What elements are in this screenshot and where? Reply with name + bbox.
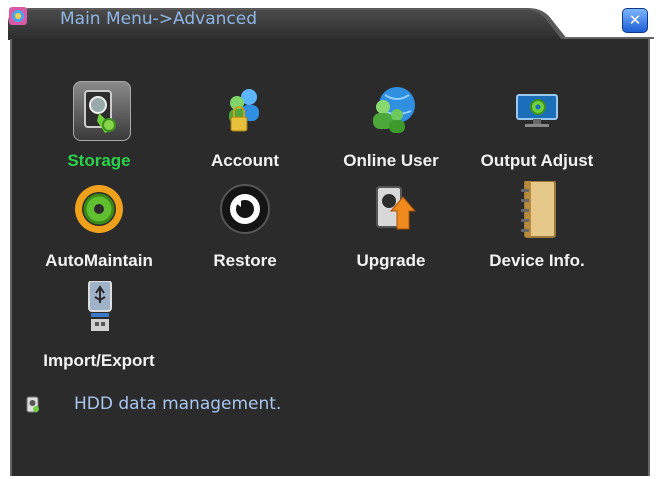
menu-item-storage[interactable]: Storage <box>26 79 172 175</box>
menu-item-import-export[interactable]: Import/Export <box>26 279 172 375</box>
menu-item-device-info[interactable]: Device Info. <box>464 179 610 275</box>
users-lock-icon <box>229 89 259 132</box>
menu-grid: Storage Account Online User Output Adjus… <box>12 39 652 379</box>
advanced-menu-window: Main Menu->Advanced ✕ Storage Account On… <box>8 6 654 476</box>
menu-item-label: Account <box>211 151 279 170</box>
app-logo-icon <box>9 7 27 25</box>
menu-item-label: Output Adjust <box>480 151 594 170</box>
menu-item-label: Import/Export <box>43 351 155 370</box>
menu-item-label: Online User <box>343 151 439 170</box>
hdd-status-icon <box>26 396 39 413</box>
menu-item-account[interactable]: Account <box>172 79 318 175</box>
menu-item-output-adjust[interactable]: Output Adjust <box>464 79 610 175</box>
menu-item-upgrade[interactable]: Upgrade <box>318 179 464 275</box>
menu-item-label: AutoMaintain <box>45 251 153 270</box>
upgrade-icon <box>376 186 417 230</box>
menu-item-label: Restore <box>213 251 277 270</box>
window-title: Main Menu->Advanced <box>60 9 258 29</box>
title-bar: Main Menu->Advanced ✕ <box>8 6 654 40</box>
menu-item-automaintain[interactable]: AutoMaintain <box>26 179 172 275</box>
usb-drive-icon <box>88 281 112 331</box>
menu-item-restore[interactable]: Restore <box>172 179 318 275</box>
hdd-storage-icon <box>84 90 116 133</box>
menu-item-label: Upgrade <box>356 251 426 270</box>
menu-item-label: Storage <box>67 151 131 170</box>
users-globe-icon <box>373 87 415 133</box>
status-text: HDD data management. <box>74 394 282 414</box>
menu-item-label: Device Info. <box>489 251 585 270</box>
notebook-icon <box>521 181 556 238</box>
restore-icon <box>220 184 270 234</box>
close-icon: ✕ <box>628 11 642 29</box>
monitor-gear-icon <box>516 94 558 127</box>
menu-item-online-user[interactable]: Online User <box>318 79 464 175</box>
close-button[interactable]: ✕ <box>622 8 648 33</box>
menu-panel: Storage Account Online User Output Adjus… <box>10 39 650 476</box>
gear-cycle-icon <box>75 185 123 233</box>
